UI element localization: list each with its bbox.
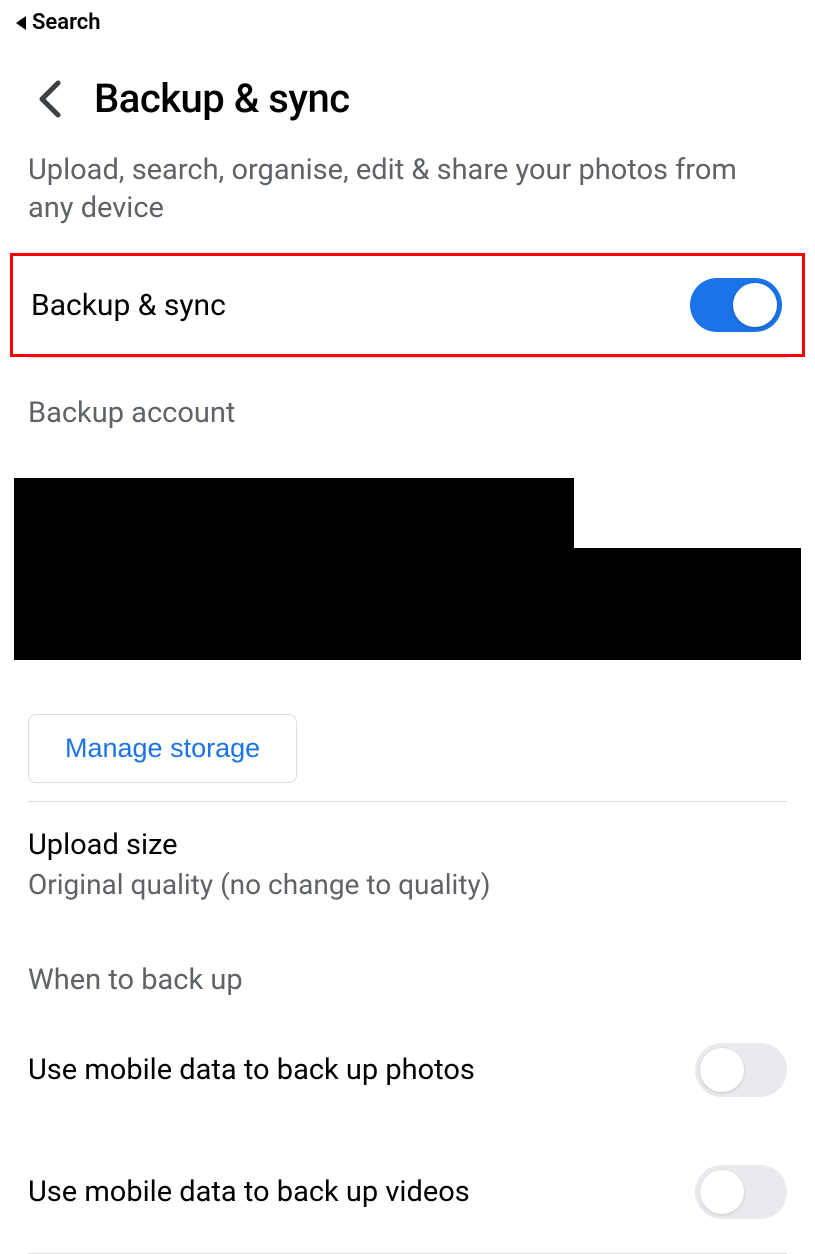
chevron-left-icon xyxy=(36,79,64,119)
backup-sync-label: Backup & sync xyxy=(31,288,226,323)
page-header: Backup & sync xyxy=(0,45,815,152)
backup-sync-row: Backup & sync xyxy=(10,253,805,357)
when-to-back-up-label: When to back up xyxy=(0,901,815,1009)
redacted-block xyxy=(14,548,801,660)
mobile-data-videos-toggle[interactable] xyxy=(695,1165,787,1219)
upload-size-title: Upload size xyxy=(28,828,787,862)
redacted-block xyxy=(14,478,574,548)
manage-storage-wrap: Manage storage xyxy=(0,660,815,801)
backup-account-label: Backup account xyxy=(0,358,815,448)
status-bar-back-label: Search xyxy=(32,10,101,35)
upload-size-subtitle: Original quality (no change to quality) xyxy=(28,868,787,901)
toggle-knob xyxy=(700,1048,744,1092)
toggle-knob xyxy=(733,283,777,327)
toggle-knob xyxy=(700,1170,744,1214)
back-button[interactable] xyxy=(36,79,64,119)
page-title: Backup & sync xyxy=(94,75,350,122)
back-triangle-icon xyxy=(16,16,26,30)
mobile-data-videos-row: Use mobile data to back up videos xyxy=(0,1131,815,1253)
upload-size-row[interactable]: Upload size Original quality (no change … xyxy=(0,802,815,901)
mobile-data-photos-toggle[interactable] xyxy=(695,1043,787,1097)
account-info-redacted xyxy=(14,478,801,660)
mobile-data-videos-label: Use mobile data to back up videos xyxy=(28,1175,470,1209)
page-description: Upload, search, organise, edit & share y… xyxy=(0,152,815,253)
backup-sync-toggle[interactable] xyxy=(690,278,782,332)
mobile-data-photos-label: Use mobile data to back up photos xyxy=(28,1053,475,1087)
status-bar-back[interactable]: Search xyxy=(0,0,815,45)
manage-storage-button[interactable]: Manage storage xyxy=(28,714,297,783)
mobile-data-photos-row: Use mobile data to back up photos xyxy=(0,1009,815,1131)
